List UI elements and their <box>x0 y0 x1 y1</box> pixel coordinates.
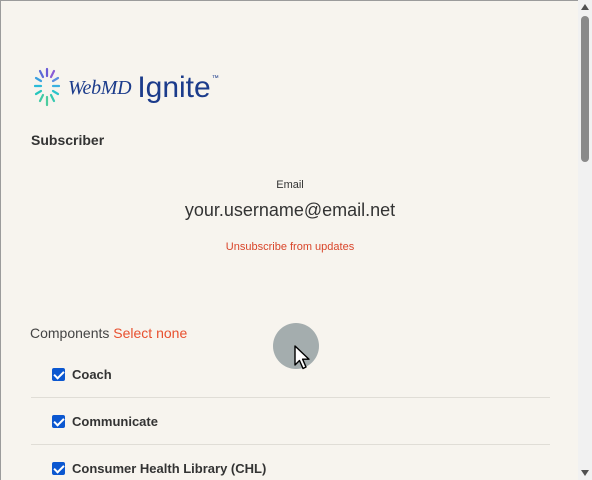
component-item-chl[interactable]: Consumer Health Library (CHL) <box>31 445 550 480</box>
webmd-ignite-burst-icon <box>34 67 60 107</box>
unsubscribe-link[interactable]: Unsubscribe from updates <box>1 241 578 253</box>
logo-webmd-text: WebMD <box>68 76 132 99</box>
logo-trademark: ™ <box>211 75 219 82</box>
chl-checkbox[interactable] <box>52 462 65 475</box>
email-label: Email <box>276 179 304 191</box>
select-none-link[interactable]: Select none <box>113 325 187 341</box>
logo-ignite-text: Ignite <box>137 71 211 104</box>
component-label: Communicate <box>72 413 158 429</box>
component-item-communicate[interactable]: Communicate <box>31 398 550 445</box>
window: WebMD Ignite ™ Subscriber Email your.use… <box>0 0 592 480</box>
components-header: Components Select none <box>30 325 187 341</box>
mouse-pointer-icon <box>294 345 310 370</box>
components-heading: Components <box>30 325 110 341</box>
component-list: Coach Communicate Consumer Health Librar… <box>31 351 550 480</box>
subscription-panel: WebMD Ignite ™ Subscriber Email your.use… <box>0 0 578 480</box>
communicate-checkbox[interactable] <box>52 414 65 428</box>
component-label: Coach <box>72 366 112 382</box>
webmd-ignite-logo: WebMD Ignite ™ <box>34 67 219 109</box>
scroll-thumb[interactable] <box>581 16 589 162</box>
email-value: your.username@email.net <box>184 200 396 220</box>
scroll-down-arrow-icon[interactable] <box>581 470 589 476</box>
component-label: Consumer Health Library (CHL) <box>72 461 267 476</box>
vertical-scrollbar[interactable] <box>578 0 592 480</box>
coach-checkbox[interactable] <box>52 367 65 381</box>
subscriber-heading: Subscriber <box>31 132 105 148</box>
scroll-up-arrow-icon[interactable] <box>581 4 589 10</box>
